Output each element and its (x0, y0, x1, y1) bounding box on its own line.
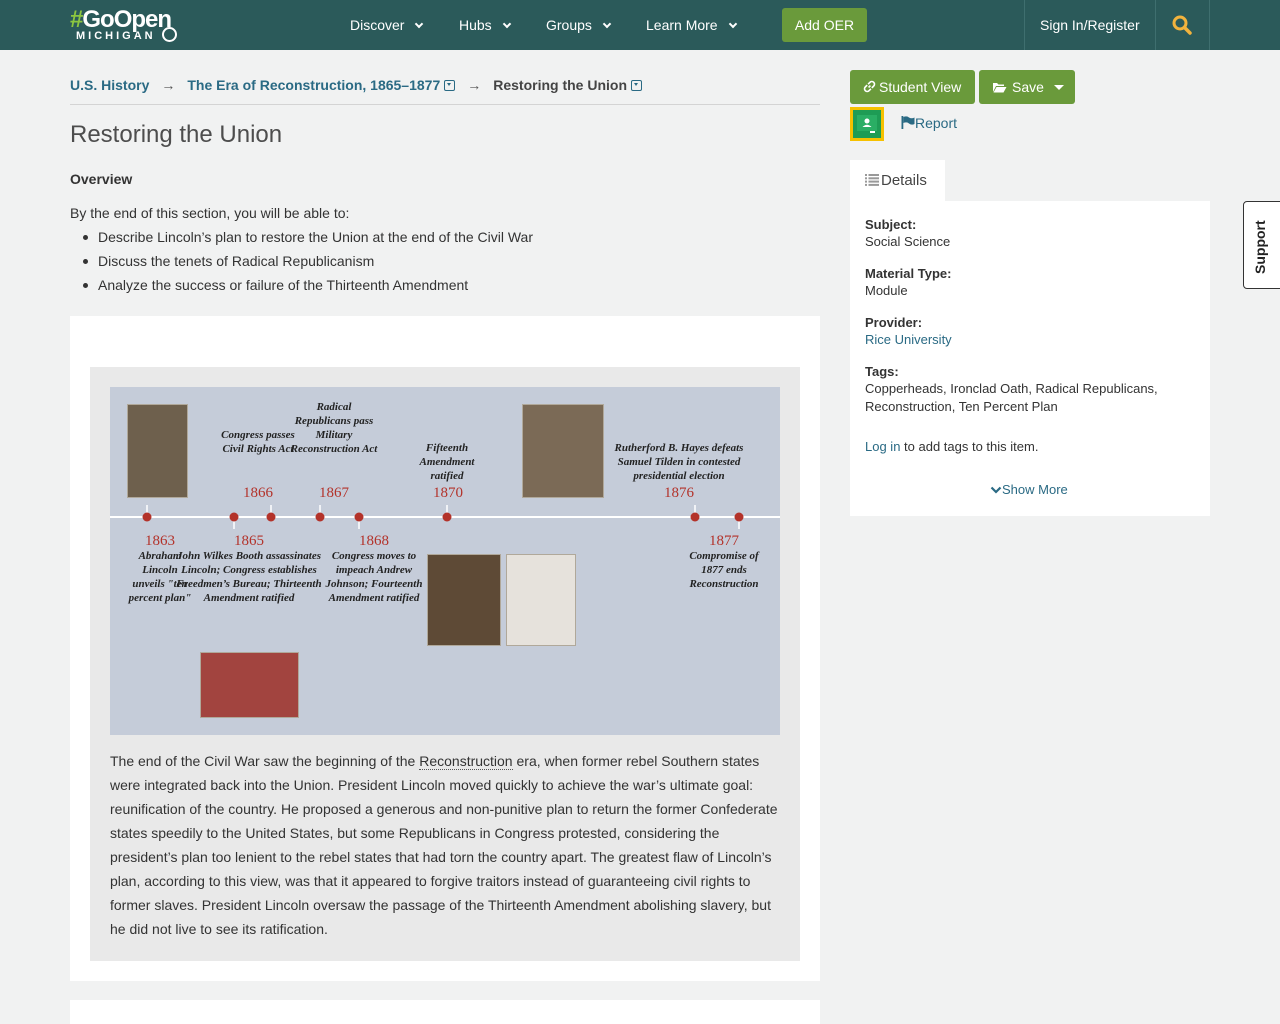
show-more-label: Show More (1002, 482, 1068, 497)
nav-learn-more[interactable]: Learn More (646, 0, 737, 50)
subject-label: Subject: (865, 217, 917, 232)
logo-ring-icon (162, 27, 177, 42)
nav-discover[interactable]: Discover (350, 0, 424, 50)
timeline-caption: Congress moves to impeach Andrew Johnson… (325, 550, 423, 604)
google-classroom-icon-inner (853, 110, 881, 138)
tags-label: Tags: (865, 364, 899, 379)
flag-icon (901, 116, 915, 129)
tab-details[interactable]: Details (850, 160, 945, 201)
logo-top-text: GoOpen (82, 6, 172, 33)
report-label: Report (915, 115, 958, 131)
timeline-caption: Compromise of 1877 ends Reconstruction (689, 550, 759, 590)
chevron-down-icon (990, 486, 1002, 494)
list-item: Analyze the success or failure of the Th… (82, 277, 533, 301)
body-text-segment: The end of the Civil War saw the beginni… (110, 753, 420, 769)
student-view-label: Student View (879, 79, 962, 95)
breadcrumb: U.S. History → The Era of Reconstruction, … (70, 77, 820, 105)
provider-link[interactable]: Rice University (865, 331, 952, 349)
top-navbar: #GoOpen MICHIGAN Discover Hubs Groups Le… (0, 0, 1280, 50)
details-tab-label: Details (881, 172, 927, 189)
andrew-johnson-portrait-image (427, 554, 501, 646)
material-type-label: Material Type: (865, 266, 952, 281)
gopen-michigan-logo[interactable]: #GoOpen MICHIGAN (70, 6, 180, 44)
reconstruction-timeline-image: Congress passes Civil Rights Act 1866 Ra… (110, 387, 780, 735)
list-icon (865, 174, 879, 186)
body-text-segment: era, when former rebel Southern states w… (110, 753, 778, 937)
timeline-caption: Radical Republicans pass Military Recons… (290, 401, 378, 455)
list-item: Discuss the tenets of Radical Republican… (82, 253, 533, 277)
chevron-down-icon (728, 19, 737, 29)
breadcrumb-arrow: → (161, 77, 176, 93)
capitol-inauguration-image (522, 404, 604, 498)
save-label: Save (1012, 79, 1044, 95)
amendment-document-image (506, 554, 576, 646)
nav-divider (1209, 0, 1210, 50)
google-classroom-share-icon[interactable] (850, 107, 884, 141)
subject-value: Social Science (865, 234, 951, 249)
signin-register-link[interactable]: Sign In/Register (1040, 0, 1140, 50)
lincoln-portrait-image (127, 404, 188, 498)
logo-bottom-text: MICHIGAN (76, 30, 156, 42)
breadcrumb-us-history[interactable]: U.S. History (70, 77, 149, 93)
overview-heading: Overview (70, 171, 133, 187)
tags-value: Copperheads, Ironclad Oath, Radical Repu… (865, 381, 1158, 414)
search-icon[interactable] (1172, 15, 1192, 35)
details-panel: Subject: Social Science Material Type: M… (850, 201, 1210, 516)
login-tags-line: Log in to add tags to this item. (865, 438, 1038, 456)
timeline-caption: Congress passes Civil Rights Act (221, 429, 295, 455)
dropdown-toggle-icon[interactable] (631, 80, 643, 91)
nav-divider (1155, 0, 1156, 50)
learning-objectives: Describe Lincoln’s plan to restore the U… (82, 229, 533, 301)
content-panel-next (70, 1000, 820, 1024)
timeline-caption: John Wilkes Booth assassinates Lincoln; … (176, 550, 322, 604)
nav-hubs-label: Hubs (459, 17, 492, 33)
login-suffix: to add tags to this item. (900, 439, 1039, 454)
breadcrumb-current: Restoring the Union (493, 77, 628, 93)
glossary-term-reconstruction[interactable]: Reconstruction (419, 753, 513, 770)
body-paragraph: The end of the Civil War saw the beginni… (110, 749, 785, 941)
chevron-down-icon (502, 19, 511, 29)
timeline-caption: Fifteenth Amendment ratified (419, 442, 475, 482)
breadcrumb-era-reconstruction[interactable]: The Era of Reconstruction, 1865–1877 (187, 77, 440, 93)
save-dropdown-button[interactable]: Save (979, 70, 1075, 104)
caret-down-icon (1053, 85, 1064, 90)
support-label: Support (1252, 220, 1268, 274)
chevron-down-icon (415, 19, 424, 29)
classroom-person-icon (857, 115, 877, 133)
provider-label: Provider: (865, 315, 923, 330)
add-oer-button[interactable]: Add OER (782, 8, 867, 42)
nav-learn-more-label: Learn More (646, 17, 718, 33)
nav-discover-label: Discover (350, 17, 405, 33)
show-more-link[interactable]: Show More (990, 482, 1068, 497)
nav-groups-label: Groups (546, 17, 592, 33)
material-type-value: Module (865, 283, 908, 298)
timeline-year: 1870 (433, 485, 463, 501)
timeline-year: 1868 (359, 533, 389, 549)
list-item: Describe Lincoln’s plan to restore the U… (82, 229, 533, 253)
login-link[interactable]: Log in (865, 439, 900, 454)
timeline-year: 1865 (234, 533, 264, 549)
timeline-year: 1877 (709, 533, 739, 549)
timeline-year: 1863 (145, 533, 175, 549)
logo-hash: # (70, 6, 83, 33)
dropdown-toggle-icon[interactable] (444, 80, 456, 91)
report-link[interactable]: Report (901, 115, 957, 131)
booth-assassination-image (200, 652, 299, 718)
link-icon (863, 80, 876, 93)
nav-groups[interactable]: Groups (546, 0, 612, 50)
support-button[interactable]: Support (1243, 201, 1280, 289)
timeline-caption: Rutherford B. Hayes defeats Samuel Tilde… (614, 442, 744, 482)
overview-intro: By the end of this section, you will be … (70, 205, 350, 221)
nav-divider (1024, 0, 1025, 50)
nav-hubs[interactable]: Hubs (459, 0, 511, 50)
student-view-button[interactable]: Student View (850, 70, 975, 104)
timeline-year: 1867 (319, 485, 349, 501)
timeline-year: 1866 (243, 485, 273, 501)
folder-open-icon (993, 83, 1007, 93)
timeline-year: 1876 (664, 485, 694, 501)
chevron-down-icon (602, 19, 612, 29)
page-title: Restoring the Union (70, 121, 283, 148)
breadcrumb-arrow: → (467, 77, 482, 93)
